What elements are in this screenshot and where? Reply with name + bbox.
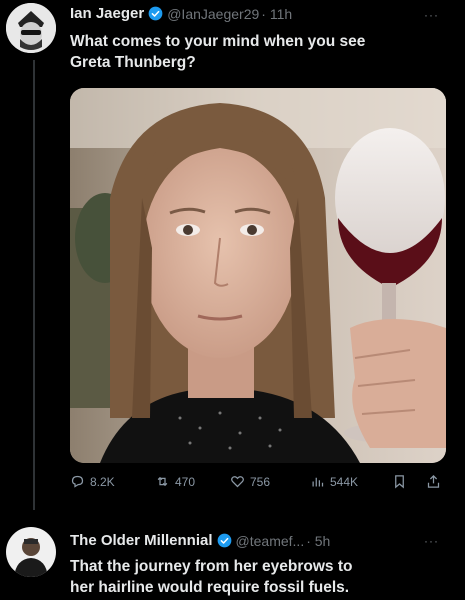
like-count: 756	[250, 474, 271, 489]
views-count: 544K	[330, 474, 359, 489]
tweet-photo[interactable]	[70, 88, 446, 463]
retweet-count: 470	[175, 474, 196, 489]
retweet-icon	[157, 476, 168, 487]
heart-icon	[231, 476, 244, 488]
verified-badge-icon	[217, 533, 232, 548]
reply-time: · 5h	[306, 532, 331, 549]
thread-connector-line	[33, 60, 35, 510]
more-options-icon[interactable]: ···	[424, 8, 439, 22]
views-button[interactable]: 544K	[310, 474, 358, 489]
author-handle[interactable]: @IanJaeger29	[167, 6, 259, 22]
share-icon	[427, 474, 440, 488]
reply-icon	[71, 475, 84, 488]
reply-header: The Older Millennial @teamef... · 5h	[70, 532, 330, 549]
tweet-text: What comes to your mind when you see Gre…	[70, 31, 365, 73]
views-chart-icon	[312, 477, 324, 487]
bookmark-icon	[395, 475, 404, 489]
tweet-header: Ian Jaeger @IanJaeger29 · 11h	[70, 5, 292, 22]
reply-author-handle[interactable]: @teamef...	[236, 533, 305, 549]
reply-author-name[interactable]: The Older Millennial	[70, 532, 213, 549]
tweet-action-bar: 8.2K 470 756 544K	[70, 474, 446, 494]
verified-badge-icon	[148, 6, 163, 21]
retweet-button[interactable]: 470	[155, 474, 195, 489]
author-avatar[interactable]	[6, 3, 56, 53]
reply-more-options-icon[interactable]: ···	[424, 534, 439, 548]
author-name[interactable]: Ian Jaeger	[70, 5, 144, 22]
share-button[interactable]	[426, 474, 441, 489]
tweet-text-line: Greta Thunberg?	[70, 54, 196, 71]
reply-text-line: That the journey from her eyebrows to	[70, 558, 353, 575]
reply-text-line: her hairline would require fossil fuels.	[70, 579, 350, 596]
reply-count: 8.2K	[90, 474, 115, 489]
reply-text: That the journey from her eyebrows to he…	[70, 556, 353, 598]
like-button[interactable]: 756	[230, 474, 270, 489]
tweet-time: · 11h	[261, 5, 293, 22]
reply-button[interactable]: 8.2K	[70, 474, 115, 489]
tweet-text-line: What comes to your mind when you see	[70, 33, 366, 50]
bookmark-button[interactable]	[392, 474, 407, 489]
reply-author-avatar[interactable]	[6, 527, 56, 577]
